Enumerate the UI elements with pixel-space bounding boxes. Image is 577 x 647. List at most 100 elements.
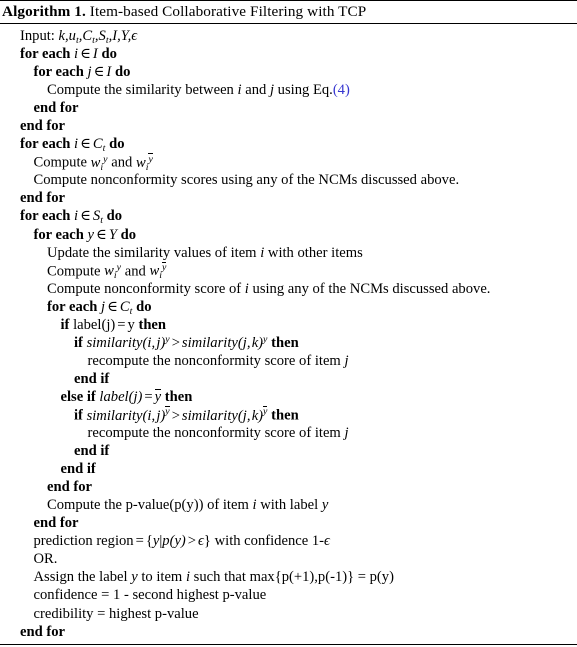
algo-line-compute-weights: Compute wiy and wiy — [0, 261, 577, 282]
recompute-text: recompute the nonconformity score of ite… — [87, 425, 341, 442]
using-ncms-text: using any of the NCMs discussed above. — [252, 280, 491, 297]
keyword-for-each: for each — [47, 298, 98, 315]
compute-text: Compute — [47, 263, 101, 280]
algo-line-compute-similarity: Compute the similarity between i and j u… — [0, 81, 577, 99]
y-bar-glyph: y — [154, 388, 162, 405]
set-membership-icon: ∈ — [96, 226, 107, 243]
algo-line-nonconformity-scores: Compute nonconformity scores using any o… — [0, 171, 577, 189]
var-Y: Y — [108, 226, 117, 243]
keyword-end-if: end if — [60, 461, 96, 478]
algo-line-nonconformity-score-of-i: Compute nonconformity score of i using a… — [0, 280, 577, 298]
with-other-items-text: with other items — [267, 244, 363, 261]
keyword-if: if — [74, 407, 83, 424]
keyword-then: then — [271, 407, 299, 424]
set-membership-icon: ∈ — [80, 208, 91, 225]
equals-sign: = — [144, 388, 153, 405]
nonconformity-scores-text: Compute nonconformity scores using any o… — [33, 172, 460, 189]
conjunction-and: and — [245, 82, 267, 99]
set-membership-icon: ∈ — [107, 298, 118, 315]
set-membership-icon: ∈ — [93, 64, 105, 81]
y-bar: y — [154, 388, 162, 405]
keyword-do: do — [101, 46, 117, 63]
var-j: j — [344, 352, 349, 369]
keyword-end-if: end if — [74, 370, 110, 387]
var-I: I — [106, 64, 112, 81]
conjunction-and: and — [124, 263, 146, 280]
keyword-for-each: for each — [33, 226, 84, 243]
algo-line-assign-label: Assign the label y to item i such that m… — [0, 568, 577, 586]
label-function-roman: label(j) — [73, 316, 116, 333]
algo-line-end-for: end for — [0, 117, 577, 135]
similarity-i-j-ybar: similarity(i, j)y — [86, 405, 170, 424]
weight-w-i-y: wiy — [90, 153, 108, 173]
prediction-region-label: prediction region — [33, 533, 134, 550]
algo-line-else-if-label-equals-ybar: else if label(j) = y then — [0, 388, 577, 406]
algorithm-float: Algorithm 1. Item-based Collaborative Fi… — [0, 0, 577, 647]
algo-line-compute-weights: Compute wiy and wiy — [0, 153, 577, 173]
input-label: Input: — [20, 28, 55, 44]
assign-label-text: Assign the label — [33, 569, 128, 586]
algo-line-end-for: end for — [0, 623, 577, 641]
algo-line-end-if: end if — [0, 370, 577, 388]
keyword-do: do — [109, 136, 125, 153]
var-Ct: Ct — [119, 298, 133, 317]
algorithm-caption-title: Item-based Collaborative Filtering with … — [86, 3, 366, 20]
algorithm-label: Algorithm 1. — [2, 3, 86, 20]
algorithm-body: Input: k,ut,Ct,St,I,Y,ϵ for each i ∈ I do … — [0, 24, 577, 641]
input-params: k,ut,Ct,St,I,Y,ϵ — [58, 28, 138, 46]
var-y: y — [127, 316, 135, 333]
algo-line-credibility: credibility = highest p-value — [0, 605, 577, 623]
with-confidence-text: with confidence 1-ϵ — [214, 533, 330, 550]
algo-line-for-j-in-I: for each j ∈ I do — [0, 63, 577, 81]
nonconformity-score-of-text: Compute nonconformity score of — [47, 280, 242, 297]
keyword-then: then — [271, 334, 299, 351]
var-Ct: Ct — [92, 136, 106, 155]
keyword-do: do — [136, 298, 152, 315]
equation-reference-link[interactable]: (4) — [333, 82, 350, 98]
set-membership-icon: ∈ — [80, 136, 91, 153]
similarity-j-k-ybar: similarity(j, k)y — [181, 405, 268, 424]
algo-line-end-if: end if — [0, 442, 577, 460]
confidence-text: confidence = 1 - second highest p-value — [33, 587, 267, 604]
var-I: I — [92, 46, 98, 63]
keyword-if: if — [74, 334, 83, 351]
keyword-end-for: end for — [33, 515, 79, 532]
var-i: i — [185, 569, 191, 586]
keyword-for-each: for each — [20, 208, 71, 225]
algorithm-caption: Algorithm 1. Item-based Collaborative Fi… — [0, 1, 577, 23]
algo-line-for-i-in-Ct: for each i ∈ Ct do — [0, 135, 577, 153]
var-i: i — [252, 497, 257, 514]
algo-line-end-for: end for — [0, 189, 577, 207]
algo-line-if-label-equals-y: if label(j) = y then — [0, 316, 577, 334]
algorithm-caption-head: Algorithm 1. — [2, 3, 86, 20]
compute-pvalue-text: Compute the p-value(p(y)) of item — [47, 497, 249, 514]
similarity-j-k-y: similarity(j, k)y — [181, 333, 268, 351]
y-bar-glyph: y — [161, 261, 167, 274]
var-y: y — [321, 497, 329, 514]
assign-condition-text: such that max{p(+1),p(-1)} = p(y) — [193, 569, 394, 586]
equals-sign: = — [135, 533, 144, 550]
algo-line-prediction-region: prediction region = {y|p(y) > ϵ} with confid… — [0, 532, 577, 550]
algo-line-end-for: end for — [0, 514, 577, 532]
with-label-text: with label — [260, 497, 319, 514]
keyword-end-if: end if — [74, 443, 110, 460]
weight-w-i-ybar: wiy — [149, 261, 167, 282]
algo-line-update-similarity: Update the similarity values of item i w… — [0, 244, 577, 262]
keyword-end-for: end for — [20, 623, 65, 640]
var-j: j — [87, 64, 92, 81]
keyword-for-each: for each — [20, 46, 71, 63]
keyword-else-if: else if — [60, 388, 96, 405]
algo-line-if-similarity-y: if similarity(i, j)y > similarity(j, k)y t… — [0, 334, 577, 352]
var-i: i — [260, 244, 265, 261]
var-St: St — [92, 208, 103, 227]
var-y: y — [131, 569, 138, 586]
bottom-rule — [0, 644, 577, 645]
var-i: i — [244, 280, 249, 297]
similarity-i-j-y: similarity(i, j)y — [86, 333, 170, 351]
or-text: OR. — [33, 551, 58, 568]
algorithm-title-text: Item-based Collaborative Filtering with … — [89, 3, 367, 20]
compute-similarity-text: Compute the similarity between — [47, 82, 234, 99]
keyword-then: then — [138, 316, 167, 333]
var-i: i — [237, 82, 242, 99]
equals-sign: = — [117, 316, 126, 333]
